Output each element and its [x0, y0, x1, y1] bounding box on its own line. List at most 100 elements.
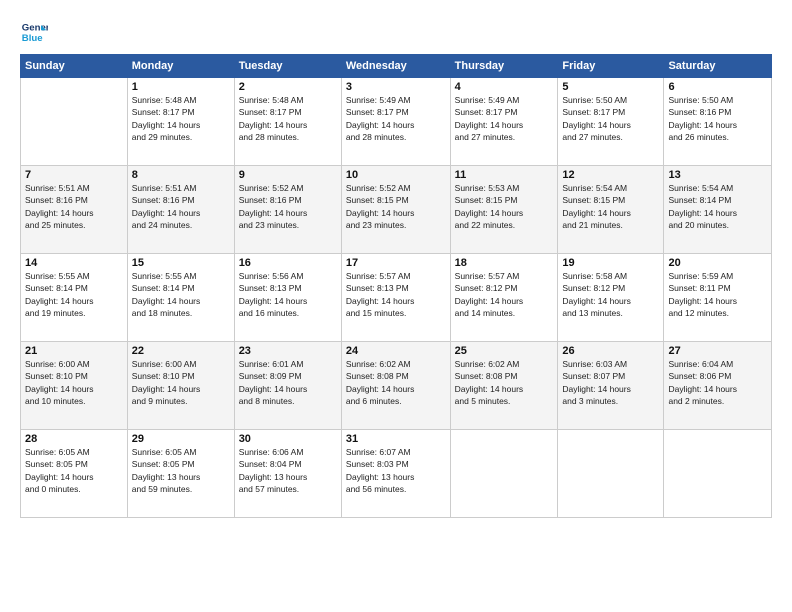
day-cell: 10Sunrise: 5:52 AMSunset: 8:15 PMDayligh…: [341, 166, 450, 254]
day-cell: 5Sunrise: 5:50 AMSunset: 8:17 PMDaylight…: [558, 78, 664, 166]
day-number: 31: [346, 433, 446, 445]
day-number: 27: [668, 345, 767, 357]
day-cell: 14Sunrise: 5:55 AMSunset: 8:14 PMDayligh…: [21, 254, 128, 342]
week-row-1: 1Sunrise: 5:48 AMSunset: 8:17 PMDaylight…: [21, 78, 772, 166]
day-number: 30: [239, 433, 337, 445]
day-cell: 19Sunrise: 5:58 AMSunset: 8:12 PMDayligh…: [558, 254, 664, 342]
weekday-saturday: Saturday: [664, 55, 772, 78]
day-number: 9: [239, 169, 337, 181]
day-info: Sunrise: 5:57 AMSunset: 8:13 PMDaylight:…: [346, 270, 446, 319]
day-cell: 27Sunrise: 6:04 AMSunset: 8:06 PMDayligh…: [664, 342, 772, 430]
day-number: 21: [25, 345, 123, 357]
header: General Blue: [20, 18, 772, 46]
day-number: 22: [132, 345, 230, 357]
day-cell: 2Sunrise: 5:48 AMSunset: 8:17 PMDaylight…: [234, 78, 341, 166]
day-number: 10: [346, 169, 446, 181]
day-number: 12: [562, 169, 659, 181]
day-info: Sunrise: 6:02 AMSunset: 8:08 PMDaylight:…: [455, 358, 554, 407]
day-info: Sunrise: 5:53 AMSunset: 8:15 PMDaylight:…: [455, 182, 554, 231]
calendar: SundayMondayTuesdayWednesdayThursdayFrid…: [20, 54, 772, 518]
weekday-sunday: Sunday: [21, 55, 128, 78]
day-cell: 13Sunrise: 5:54 AMSunset: 8:14 PMDayligh…: [664, 166, 772, 254]
day-info: Sunrise: 5:56 AMSunset: 8:13 PMDaylight:…: [239, 270, 337, 319]
day-number: 17: [346, 257, 446, 269]
day-info: Sunrise: 5:48 AMSunset: 8:17 PMDaylight:…: [132, 94, 230, 143]
day-info: Sunrise: 6:02 AMSunset: 8:08 PMDaylight:…: [346, 358, 446, 407]
day-cell: 22Sunrise: 6:00 AMSunset: 8:10 PMDayligh…: [127, 342, 234, 430]
day-number: 20: [668, 257, 767, 269]
day-cell: 6Sunrise: 5:50 AMSunset: 8:16 PMDaylight…: [664, 78, 772, 166]
day-cell: 1Sunrise: 5:48 AMSunset: 8:17 PMDaylight…: [127, 78, 234, 166]
week-row-4: 21 Sunrise: 6:00 AMSunset: 8:10 PMDayligh…: [21, 342, 772, 430]
day-cell: 4Sunrise: 5:49 AMSunset: 8:17 PMDaylight…: [450, 78, 558, 166]
day-cell: 7Sunrise: 5:51 AMSunset: 8:16 PMDaylight…: [21, 166, 128, 254]
day-cell: 12Sunrise: 5:54 AMSunset: 8:15 PMDayligh…: [558, 166, 664, 254]
weekday-wednesday: Wednesday: [341, 55, 450, 78]
day-info: Sunrise: 6:05 AMSunset: 8:05 PMDaylight:…: [132, 446, 230, 495]
day-cell: 23Sunrise: 6:01 AMSunset: 8:09 PMDayligh…: [234, 342, 341, 430]
day-number: 13: [668, 169, 767, 181]
day-info: Sunrise: 5:57 AMSunset: 8:12 PMDaylight:…: [455, 270, 554, 319]
day-cell: [450, 430, 558, 518]
day-number: 29: [132, 433, 230, 445]
day-info: Sunrise: 5:50 AMSunset: 8:16 PMDaylight:…: [668, 94, 767, 143]
day-info: Sunrise: 5:52 AMSunset: 8:15 PMDaylight:…: [346, 182, 446, 231]
day-number: 15: [132, 257, 230, 269]
day-info: Sunrise: 6:05 AMSunset: 8:05 PMDaylight:…: [25, 446, 123, 495]
day-number: 3: [346, 81, 446, 93]
day-cell: 30Sunrise: 6:06 AMSunset: 8:04 PMDayligh…: [234, 430, 341, 518]
day-number: 18: [455, 257, 554, 269]
day-cell: 16Sunrise: 5:56 AMSunset: 8:13 PMDayligh…: [234, 254, 341, 342]
day-number: 1: [132, 81, 230, 93]
day-cell: 29Sunrise: 6:05 AMSunset: 8:05 PMDayligh…: [127, 430, 234, 518]
day-info: Sunrise: 5:49 AMSunset: 8:17 PMDaylight:…: [346, 94, 446, 143]
day-info: Sunrise: 5:51 AMSunset: 8:16 PMDaylight:…: [25, 182, 123, 231]
weekday-thursday: Thursday: [450, 55, 558, 78]
day-number: 24: [346, 345, 446, 357]
day-cell: 18Sunrise: 5:57 AMSunset: 8:12 PMDayligh…: [450, 254, 558, 342]
day-cell: [21, 78, 128, 166]
day-cell: 11Sunrise: 5:53 AMSunset: 8:15 PMDayligh…: [450, 166, 558, 254]
day-number: 7: [25, 169, 123, 181]
day-number: 25: [455, 345, 554, 357]
day-cell: 28Sunrise: 6:05 AMSunset: 8:05 PMDayligh…: [21, 430, 128, 518]
day-info: Sunrise: 5:50 AMSunset: 8:17 PMDaylight:…: [562, 94, 659, 143]
day-number: 26: [562, 345, 659, 357]
weekday-friday: Friday: [558, 55, 664, 78]
day-info: Sunrise: 5:55 AMSunset: 8:14 PMDaylight:…: [132, 270, 230, 319]
svg-text:Blue: Blue: [22, 33, 43, 44]
logo-icon: General Blue: [20, 18, 48, 46]
day-cell: [558, 430, 664, 518]
day-cell: 21Sunrise: 6:00 AMSunset: 8:10 PMDayligh…: [21, 342, 128, 430]
weekday-monday: Monday: [127, 55, 234, 78]
day-number: 6: [668, 81, 767, 93]
day-info: Sunrise: 5:59 AMSunset: 8:11 PMDaylight:…: [668, 270, 767, 319]
day-info: Sunrise: 5:52 AMSunset: 8:16 PMDaylight:…: [239, 182, 337, 231]
day-number: 14: [25, 257, 123, 269]
day-cell: 24Sunrise: 6:02 AMSunset: 8:08 PMDayligh…: [341, 342, 450, 430]
day-cell: 31Sunrise: 6:07 AMSunset: 8:03 PMDayligh…: [341, 430, 450, 518]
day-number: 2: [239, 81, 337, 93]
day-cell: 25Sunrise: 6:02 AMSunset: 8:08 PMDayligh…: [450, 342, 558, 430]
day-info: Sunrise: 6:06 AMSunset: 8:04 PMDaylight:…: [239, 446, 337, 495]
day-cell: 15Sunrise: 5:55 AMSunset: 8:14 PMDayligh…: [127, 254, 234, 342]
day-number: 5: [562, 81, 659, 93]
day-number: 4: [455, 81, 554, 93]
day-number: 23: [239, 345, 337, 357]
day-info: Sunrise: 6:04 AMSunset: 8:06 PMDaylight:…: [668, 358, 767, 407]
day-cell: 9Sunrise: 5:52 AMSunset: 8:16 PMDaylight…: [234, 166, 341, 254]
day-info: Sunrise: 6:03 AMSunset: 8:07 PMDaylight:…: [562, 358, 659, 407]
day-cell: 8Sunrise: 5:51 AMSunset: 8:16 PMDaylight…: [127, 166, 234, 254]
day-info: Sunrise: 6:07 AMSunset: 8:03 PMDaylight:…: [346, 446, 446, 495]
week-row-5: 28Sunrise: 6:05 AMSunset: 8:05 PMDayligh…: [21, 430, 772, 518]
weekday-tuesday: Tuesday: [234, 55, 341, 78]
day-number: 11: [455, 169, 554, 181]
day-number: 28: [25, 433, 123, 445]
day-cell: 17Sunrise: 5:57 AMSunset: 8:13 PMDayligh…: [341, 254, 450, 342]
day-cell: [664, 430, 772, 518]
day-cell: 26Sunrise: 6:03 AMSunset: 8:07 PMDayligh…: [558, 342, 664, 430]
day-info: Sunrise: 6:00 AMSunset: 8:10 PMDaylight:…: [132, 358, 230, 407]
svg-text:General: General: [22, 22, 48, 33]
day-info: Sunrise: 5:54 AMSunset: 8:14 PMDaylight:…: [668, 182, 767, 231]
week-row-3: 14 Sunrise: 5:55 AMSunset: 8:14 PMDayligh…: [21, 254, 772, 342]
